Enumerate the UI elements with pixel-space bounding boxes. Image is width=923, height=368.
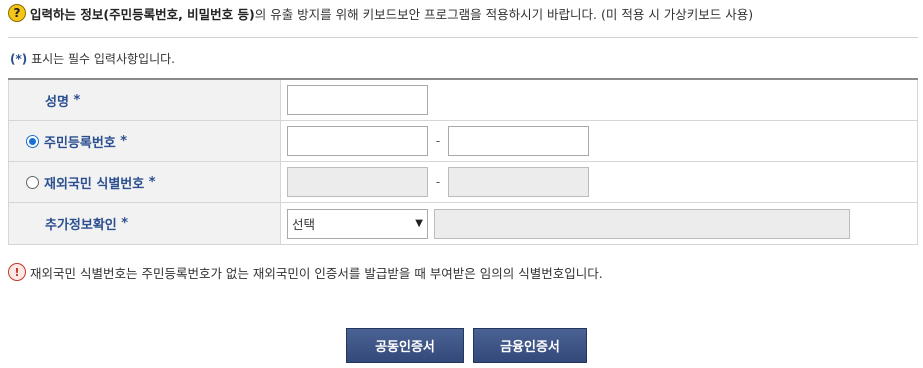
identity-form: 성명 * 주민등록번호 * - 재외국민 식별번호 * - 추가정보확인 * 선… — [8, 78, 918, 245]
foreigner-id-info-note: ! 재외국민 식별번호는 주민등록번호가 없는 재외국민이 인증서를 발급받을 … — [8, 262, 603, 282]
rrn-label: 주민등록번호 — [44, 135, 116, 151]
info-note-text: 재외국민 식별번호는 주민등록번호가 없는 재외국민이 인증서를 발급받을 때 … — [30, 265, 603, 281]
required-fields-note: (*) 표시는 필수 입력사항입니다. — [10, 50, 175, 67]
rrn-back-input[interactable] — [448, 126, 589, 156]
name-label-cell: 성명 * — [9, 80, 281, 120]
rrn-input-cell: - — [281, 121, 917, 161]
name-input-cell — [281, 80, 917, 120]
required-star: * — [73, 92, 81, 108]
foreigner-id-front-input[interactable] — [287, 167, 428, 197]
required-star: * — [121, 216, 129, 231]
required-star: (*) — [10, 52, 28, 66]
foreigner-input-cell: - — [281, 162, 917, 202]
extra-info-label: 추가정보확인 — [45, 218, 117, 233]
rrn-label-cell[interactable]: 주민등록번호 * — [9, 121, 281, 161]
required-star: * — [148, 174, 156, 190]
name-input[interactable] — [287, 85, 428, 115]
keyboard-security-notice: ? 입력하는 정보(주민등록번호, 비밀번호 등) 의 유출 방지를 위해 키보… — [8, 3, 753, 23]
extra-info-input[interactable] — [434, 208, 850, 239]
form-row-name: 성명 * — [8, 80, 918, 121]
exclamation-icon: ! — [8, 263, 26, 281]
extra-input-cell: 선택 ▼ — [281, 203, 917, 244]
notice-text: 의 유출 방지를 위해 키보드보안 프로그램을 적용하시기 바랍니다. (미 적… — [254, 6, 754, 22]
extra-info-select-value: 선택 — [292, 217, 316, 232]
certificate-button-group: 공동인증서 금융인증서 — [346, 328, 587, 363]
rrn-radio[interactable] — [26, 134, 39, 148]
foreigner-id-radio[interactable] — [26, 175, 39, 189]
joint-certificate-button[interactable]: 공동인증서 — [346, 328, 464, 363]
financial-certificate-button[interactable]: 금융인증서 — [473, 328, 587, 363]
foreigner-label-cell[interactable]: 재외국민 식별번호 * — [9, 162, 281, 202]
foreigner-dash: - — [435, 175, 441, 189]
form-row-rrn: 주민등록번호 * - — [8, 121, 918, 162]
chevron-down-icon: ▼ — [415, 218, 423, 229]
extra-label-cell: 추가정보확인 * — [9, 203, 281, 244]
rrn-dash: - — [435, 134, 441, 148]
foreigner-id-back-input[interactable] — [448, 167, 589, 197]
divider — [8, 37, 918, 38]
notice-bold-text: 입력하는 정보(주민등록번호, 비밀번호 등) — [30, 6, 255, 22]
required-star: * — [120, 133, 128, 149]
foreigner-id-label: 재외국민 식별번호 — [44, 176, 145, 192]
required-note-text: 표시는 필수 입력사항입니다. — [27, 52, 175, 66]
question-icon: ? — [8, 4, 26, 22]
extra-info-select[interactable]: 선택 ▼ — [287, 208, 428, 239]
form-row-foreigner-id: 재외국민 식별번호 * - — [8, 162, 918, 203]
name-label: 성명 — [45, 94, 69, 110]
form-row-extra-info: 추가정보확인 * 선택 ▼ — [8, 203, 918, 245]
rrn-front-input[interactable] — [287, 126, 428, 156]
